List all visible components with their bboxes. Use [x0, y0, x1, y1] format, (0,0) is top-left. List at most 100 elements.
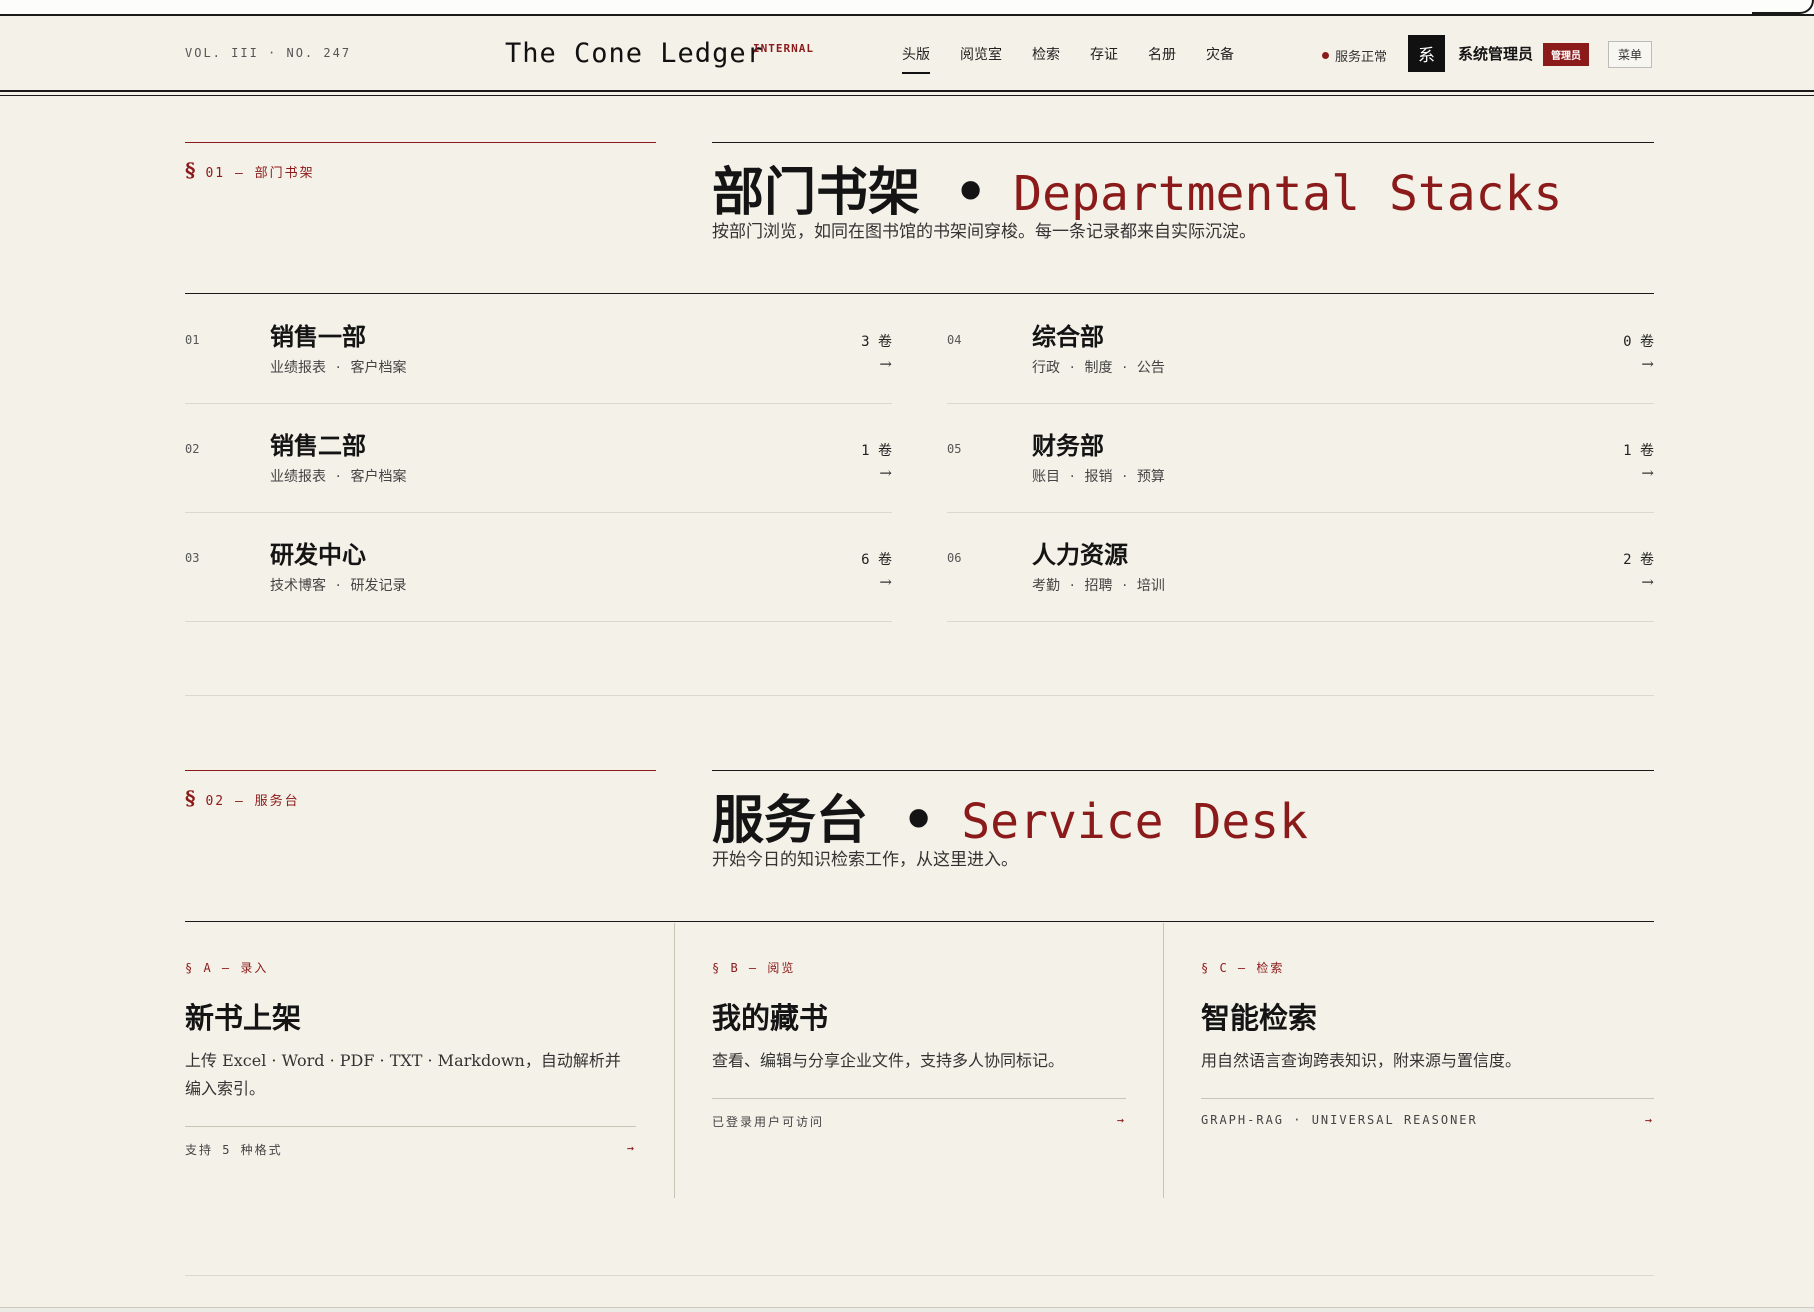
service-card[interactable]: § A — 录入 新书上架 上传 Excel · Word · PDF · TXT … [185, 923, 636, 1198]
department-row[interactable]: 06 人力资源考勤 · 招聘 · 培训 2 卷 → [947, 513, 1654, 622]
section-rule [185, 770, 656, 771]
arrow-right-icon[interactable]: → [1117, 1113, 1126, 1127]
nav-item[interactable]: 名册 [1148, 44, 1176, 74]
tag-separator: · [1070, 578, 1075, 594]
arrow-right-icon[interactable]: → [1641, 464, 1654, 482]
section-sign-icon: § [185, 158, 198, 182]
card-footer-text: GRAPH-RAG · UNIVERSAL REASONER [1201, 1113, 1478, 1127]
brand-title[interactable]: The Cone Ledger [505, 38, 764, 69]
masthead-rule-thin [0, 95, 1814, 96]
status-text: 服务正常 [1335, 50, 1388, 65]
card-footer[interactable]: 已登录用户可访问 → [712, 1098, 1126, 1130]
service-card[interactable]: § C — 检索 智能检索 用自然语言查询跨表知识，附来源与置信度。 GRAPH-RA… [1163, 923, 1654, 1198]
page-end-rule [185, 1275, 1654, 1276]
nav-item[interactable]: 存证 [1090, 44, 1118, 74]
department-tag[interactable]: 客户档案 [350, 360, 406, 376]
browser-top-edge [0, 0, 1814, 16]
card-footer[interactable]: GRAPH-RAG · UNIVERSAL REASONER → [1201, 1098, 1654, 1127]
nav-item[interactable]: 头版 [902, 44, 930, 74]
browser-corner [1752, 0, 1814, 14]
section-label-text: 服务台 [254, 794, 300, 809]
tag-separator: · [1070, 360, 1075, 376]
tag-separator: · [1070, 469, 1075, 485]
department-tag[interactable]: 招聘 [1084, 578, 1112, 594]
department-tag[interactable]: 报销 [1084, 469, 1112, 485]
section-subtitle: 开始今日的知识检索工作，从这里进入。 [712, 850, 1018, 870]
department-row[interactable]: 01 销售一部 业绩报表 · 客户档案 3 卷 → [185, 295, 892, 404]
main-nav: 头版 阅览室 检索 存证 名册 灾备 [902, 44, 1264, 74]
card-footer[interactable]: 支持 5 种格式 → [185, 1126, 636, 1158]
department-row[interactable]: 05 财务部 账目 · 报销 · 预算 1 卷 → [947, 404, 1654, 513]
bullet-icon: • [902, 790, 936, 851]
menu-button[interactable]: 菜单 [1608, 41, 1653, 68]
department-name[interactable]: 销售二部 [270, 426, 366, 461]
arrow-right-icon[interactable]: → [879, 355, 892, 373]
arrow-right-icon[interactable]: → [879, 464, 892, 482]
volume-count: 0 卷 [1623, 334, 1654, 350]
department-name[interactable]: 销售一部 [270, 317, 366, 352]
department-name[interactable]: 综合部 [1032, 317, 1104, 352]
service-card[interactable]: § B — 阅览 我的藏书 查看、编辑与分享企业文件，支持多人协同标记。 已登录用户可… [674, 923, 1126, 1198]
section-subtitle: 按部门浏览，如同在图书馆的书架间穿梭。每一条记录都来自实际沉淀。 [712, 222, 1256, 242]
department-row[interactable]: 02 销售二部 业绩报表 · 客户档案 1 卷 → [185, 404, 892, 513]
department-number: 03 [185, 551, 200, 565]
tag-separator: · [336, 578, 341, 594]
department-row[interactable]: 03 研发中心技术博客 · 研发记录 6 卷 → [185, 513, 892, 622]
department-name[interactable]: 财务部 [1032, 426, 1104, 461]
nav-item[interactable]: 检索 [1032, 44, 1060, 74]
card-title[interactable]: 新书上架 [185, 995, 301, 1037]
department-tag[interactable]: 客户档案 [350, 469, 406, 485]
avatar[interactable]: 系 [1408, 35, 1445, 72]
department-tag[interactable]: 技术博客 [270, 578, 326, 594]
department-name[interactable]: 人力资源 [1032, 535, 1128, 570]
volume-count: 2 卷 [1623, 552, 1654, 568]
card-title[interactable]: 智能检索 [1201, 995, 1317, 1037]
arrow-right-icon[interactable]: → [1641, 355, 1654, 373]
department-tag[interactable]: 业绩报表 [270, 360, 326, 376]
section-title-cn: 部门书架 [712, 162, 921, 223]
section-label-num: 02 [205, 794, 226, 809]
arrow-right-icon[interactable]: → [879, 573, 892, 591]
user-name[interactable]: 系统管理员 [1458, 43, 1533, 64]
volume-label: VOL. III · NO. 247 [185, 46, 352, 60]
department-number: 06 [947, 551, 962, 565]
section-sign-icon: § [185, 786, 198, 810]
section-divider [185, 921, 1654, 922]
section-label-num: 01 [205, 166, 226, 181]
department-tag[interactable]: 行政 [1032, 360, 1060, 376]
section-title-cn: 服务台 [712, 790, 869, 851]
department-tag[interactable]: 公告 [1137, 360, 1165, 376]
browser-bottom-edge [0, 1307, 1814, 1312]
section-label: § 02 — 服务台 [185, 786, 300, 810]
section-title: 服务台 • Service Desk [712, 778, 1308, 853]
arrow-right-icon[interactable]: → [627, 1141, 636, 1155]
arrow-right-icon[interactable]: → [1641, 573, 1654, 591]
department-tag[interactable]: 研发记录 [350, 578, 406, 594]
department-tag[interactable]: 考勤 [1032, 578, 1060, 594]
department-tag[interactable]: 账目 [1032, 469, 1060, 485]
masthead-rule [0, 90, 1814, 92]
section-label: § 01 — 部门书架 [185, 158, 315, 182]
nav-item[interactable]: 灾备 [1206, 44, 1234, 74]
department-row[interactable]: 04 综合部 行政 · 制度 · 公告 0 卷 → [947, 295, 1654, 404]
tag-separator: · [336, 360, 341, 376]
tag-separator: · [1122, 578, 1127, 594]
department-tag[interactable]: 培训 [1137, 578, 1165, 594]
card-description: 上传 Excel · Word · PDF · TXT · Markdown，自… [185, 1051, 621, 1098]
status-dot-icon [1322, 52, 1329, 59]
card-title[interactable]: 我的藏书 [712, 995, 828, 1037]
card-label: § C — 检索 [1201, 961, 1285, 975]
department-tag[interactable]: 制度 [1084, 360, 1112, 376]
section-title-en: Departmental Stacks [1013, 166, 1563, 222]
department-tag[interactable]: 业绩报表 [270, 469, 326, 485]
volume-count: 1 卷 [861, 443, 892, 459]
department-tag[interactable]: 预算 [1137, 469, 1165, 485]
department-name[interactable]: 研发中心 [270, 535, 366, 570]
arrow-right-icon[interactable]: → [1645, 1113, 1654, 1127]
volume-count: 6 卷 [861, 552, 892, 568]
tag-separator: · [336, 469, 341, 485]
tag-separator: · [1122, 469, 1127, 485]
section-label-text: 部门书架 [254, 166, 315, 181]
nav-item[interactable]: 阅览室 [960, 44, 1002, 74]
section-title-rule [712, 770, 1654, 771]
